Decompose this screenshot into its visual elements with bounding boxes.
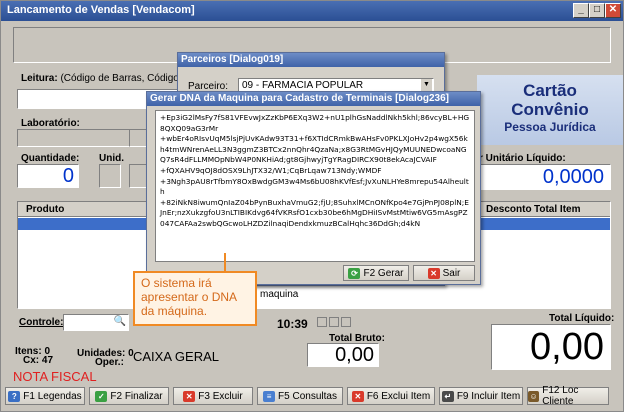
chevron-down-icon[interactable]: ▼ (421, 79, 432, 91)
f9-incluir-item-button[interactable]: ↵ F9 Incluir Item (439, 387, 523, 405)
total-bruto-value: 0,00 (307, 343, 379, 367)
sair-button[interactable]: ✕ Sair (413, 265, 475, 281)
total-liquido-label: Total Líquido: (549, 313, 615, 324)
grid-header-produto: Produto (26, 204, 65, 215)
controle-label: Controle: (19, 317, 64, 328)
indicator-box (317, 317, 327, 327)
parceiros-dialog-title: Parceiros [Dialog019] (178, 53, 444, 67)
function-key-bar: ? F1 Legendas ✓ F2 Finalizar ✕ F3 Excluir ≡… (5, 385, 619, 407)
unitario-liquido-label: r Unitário Líquido: (479, 153, 566, 164)
delete-icon: ✕ (183, 390, 196, 402)
generate-icon: ⟳ (348, 267, 361, 279)
document-icon: ≡ (263, 390, 276, 402)
dna-textarea[interactable]: +Ep3iG2lMsFy7fS81VFEvwJxZzKbP6EXq3W2+nU1… (155, 110, 475, 262)
unid-label: Unid. (99, 153, 124, 164)
total-liquido-value: 0,00 (491, 324, 611, 370)
quantidade-input[interactable]: 0 (17, 164, 79, 188)
f12-loc-cliente-button[interactable]: ☺ F12 Loc Cliente (527, 385, 609, 407)
gerar-dna-dialog-title: Gerar DNA da Maquina para Cadastro de Te… (147, 92, 480, 106)
nota-fiscal-label: NOTA FISCAL (13, 369, 97, 384)
controle-input[interactable]: 🔍 (63, 314, 129, 331)
f3-excluir-button[interactable]: ✕ F3 Excluir (173, 387, 253, 405)
card-line1: Cartão (523, 81, 577, 100)
grid-header-total-item: Total Item (534, 204, 581, 215)
search-icon[interactable]: 🔍 (114, 316, 126, 327)
quantidade-label: Quantidade: (21, 153, 80, 164)
card-line3: Pessoa Jurídica (504, 120, 596, 134)
window-title: Lancamento de Vendas [Vendacom] (7, 4, 195, 16)
check-icon: ✓ (95, 390, 108, 402)
grid-header-desconto: Desconto (486, 204, 532, 215)
close-button[interactable]: ✕ (605, 3, 621, 18)
f1-legendas-button[interactable]: ? F1 Legendas (5, 387, 85, 405)
clock: 10:39 (277, 317, 308, 331)
unitario-liquido-value: 0,0000 (477, 164, 611, 190)
tutorial-callout: O sistema irá apresentar o DNA da máquin… (133, 271, 257, 326)
gerar-dna-dialog: Gerar DNA da Maquina para Cadastro de Te… (146, 91, 481, 285)
f5-consultas-button[interactable]: ≡ F5 Consultas (257, 387, 343, 405)
oper-label: Oper.: (95, 357, 124, 368)
f6-exclui-item-button[interactable]: ✕ F6 Exclui Item (347, 387, 435, 405)
minimize-button[interactable]: _ (573, 3, 589, 18)
laboratorio-label: Laboratório: (21, 118, 80, 129)
oper-value: CAIXA GERAL (133, 349, 219, 364)
gerar-button[interactable]: ⟳ F2 Gerar (343, 265, 409, 281)
client-icon: ☺ (528, 390, 540, 402)
maximize-button[interactable]: □ (589, 3, 605, 18)
indicator-box (329, 317, 339, 327)
help-icon: ? (8, 390, 21, 402)
window-titlebar: Lancamento de Vendas [Vendacom] _ □ ✕ (1, 1, 623, 21)
unid-field (99, 164, 121, 188)
f2-finalizar-button[interactable]: ✓ F2 Finalizar (89, 387, 169, 405)
cx-count: Cx: 47 (23, 355, 54, 366)
card-line2: Convênio (511, 100, 589, 119)
insert-icon: ↵ (441, 390, 454, 402)
delete-icon: ✕ (351, 390, 364, 402)
indicator-box (341, 317, 351, 327)
maquina-label: maquina (260, 289, 299, 300)
cartao-convenio-banner: Cartão Convênio Pessoa Jurídica (477, 75, 623, 145)
callout-pointer (224, 253, 226, 273)
exit-icon: ✕ (427, 267, 440, 279)
